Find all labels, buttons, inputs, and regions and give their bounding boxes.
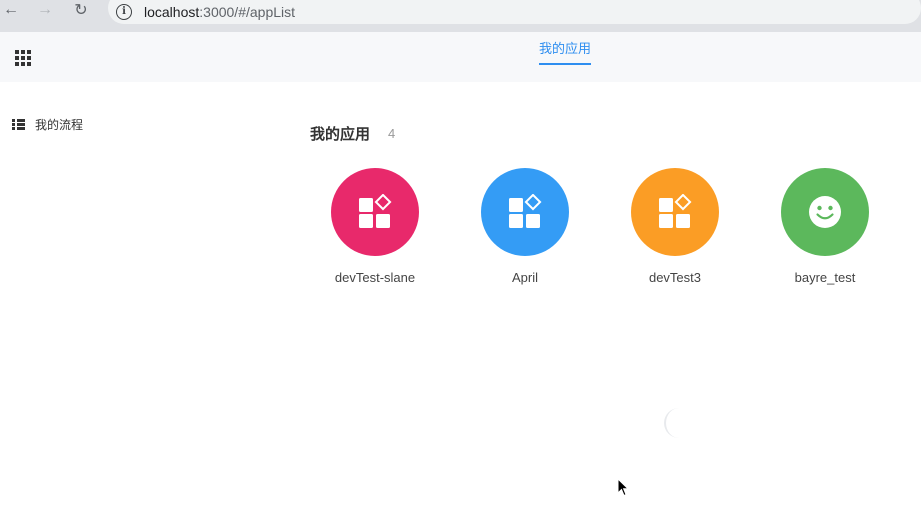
- page-title: 我的应用: [310, 126, 371, 143]
- app-header: 我的应用: [0, 32, 921, 82]
- back-button[interactable]: ←: [0, 0, 22, 20]
- app-name[interactable]: April: [512, 270, 538, 285]
- sidebar-item-label: 我的流程: [35, 118, 84, 132]
- app-name[interactable]: devTest3: [649, 270, 701, 285]
- widgets-icon: [509, 194, 542, 228]
- back-arrow-icon: ←: [3, 1, 19, 18]
- forward-button[interactable]: →: [34, 0, 56, 20]
- apps-grid-icon[interactable]: [15, 50, 31, 66]
- app-icon-circle[interactable]: [781, 168, 869, 256]
- site-info-icon[interactable]: i: [116, 4, 132, 20]
- list-icon: [12, 119, 25, 130]
- app-card-devtest3[interactable]: devTest3: [615, 168, 735, 285]
- smiley-icon: [809, 196, 841, 228]
- widgets-icon: [659, 194, 692, 228]
- reload-button[interactable]: ↻: [70, 0, 92, 20]
- app-name[interactable]: bayre_test: [795, 270, 856, 285]
- app-card-devtest-slane[interactable]: devTest-slane: [315, 168, 435, 285]
- app-name[interactable]: devTest-slane: [335, 270, 415, 285]
- tab-my-apps[interactable]: 我的应用: [539, 32, 592, 65]
- app-count-badge: 4: [388, 126, 396, 141]
- forward-arrow-icon: →: [37, 1, 53, 18]
- browser-toolbar: ← → ↻ i localhost:3000/#/appList: [0, 0, 921, 32]
- url-host: localhost: [144, 4, 200, 20]
- url-path: :3000/#/appList: [199, 4, 296, 20]
- widgets-icon: [359, 194, 392, 228]
- url-text[interactable]: localhost:3000/#/appList: [144, 4, 295, 20]
- app-icon-circle[interactable]: [481, 168, 569, 256]
- app-card-bayre-test[interactable]: bayre_test: [765, 168, 885, 285]
- sidebar-item-my-process[interactable]: 我的流程: [12, 116, 83, 133]
- address-bar[interactable]: i localhost:3000/#/appList: [108, 0, 921, 24]
- mouse-cursor-icon: [617, 478, 629, 497]
- app-icon-circle[interactable]: [631, 168, 719, 256]
- loading-spinner-icon: [664, 408, 694, 438]
- app-icon-circle[interactable]: [331, 168, 419, 256]
- app-card-april[interactable]: April: [465, 168, 585, 285]
- reload-icon: ↻: [74, 2, 88, 19]
